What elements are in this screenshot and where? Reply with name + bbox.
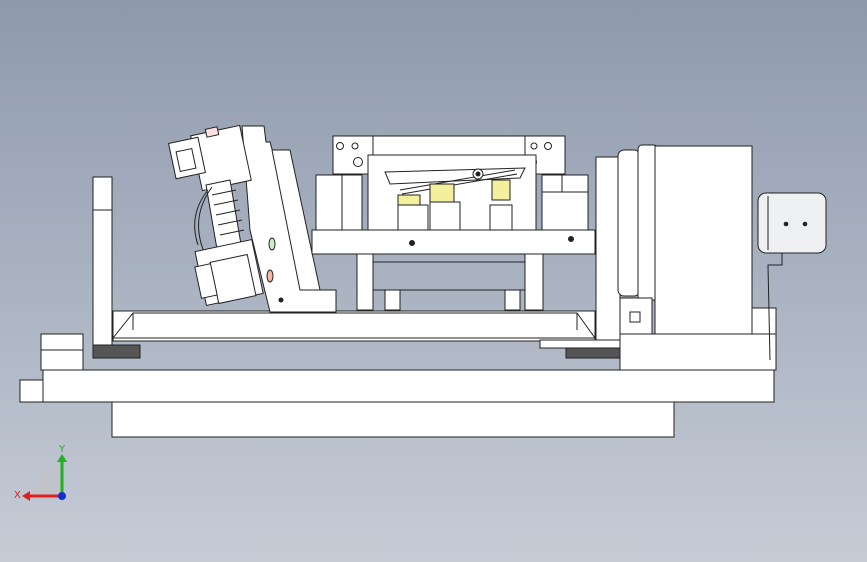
x-axis-label: X [14,490,21,501]
pin-yellow-1 [397,194,421,206]
motor-flange-disc [617,149,641,297]
cad-model-viewport[interactable] [0,0,867,562]
z-axis-icon [58,492,66,500]
base-plate [42,369,775,403]
right-upright [595,156,621,348]
coordinate-triad: Y X [14,444,67,501]
y-axis-label: Y [58,444,66,455]
center-fixture-assembly [311,135,596,311]
pin-yellow-2 [429,183,455,203]
center-base-plate [311,229,596,255]
bottom-block [111,401,675,438]
left-upright [92,176,113,348]
rotary-motor-assembly [617,144,827,371]
pin-yellow-3 [491,179,511,201]
base-plate-left-step [19,379,44,403]
triad-plane-icon [30,464,62,496]
indicator-red [266,269,274,283]
indicator-green [268,237,276,251]
left-foot-block [40,333,84,371]
clamp-cylinder-assembly [167,124,337,313]
motor-housing [654,145,753,335]
left-pad [92,344,141,359]
